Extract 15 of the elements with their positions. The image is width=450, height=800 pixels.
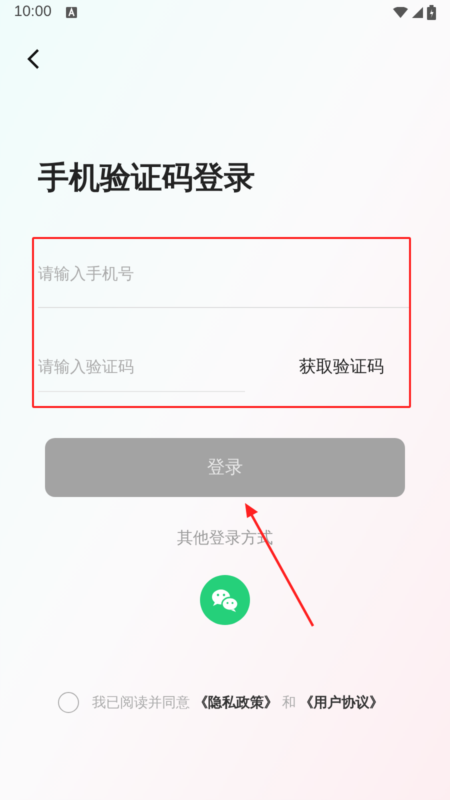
- status-time: 10:00: [14, 2, 52, 22]
- wifi-icon: [393, 6, 408, 18]
- agreement-text: 我已阅读并同意 《隐私政策》 和 《用户协议》: [92, 693, 384, 712]
- phone-input-field[interactable]: 请输入手机号: [38, 262, 410, 287]
- back-icon[interactable]: [26, 48, 40, 70]
- battery-icon: [427, 4, 436, 20]
- page-title: 手机验证码登录: [38, 162, 256, 193]
- agreement-link[interactable]: 《隐私政策》: [194, 694, 278, 710]
- code-input-field[interactable]: 请输入验证码: [38, 350, 245, 392]
- notification-icon: [66, 6, 77, 18]
- signal-icon: [412, 6, 423, 18]
- wechat-icon[interactable]: [200, 575, 250, 625]
- agreement-link[interactable]: 《用户协议》: [300, 694, 384, 710]
- agreement-checkbox[interactable]: [58, 692, 79, 713]
- get-code-button[interactable]: 获取验证码: [299, 354, 384, 380]
